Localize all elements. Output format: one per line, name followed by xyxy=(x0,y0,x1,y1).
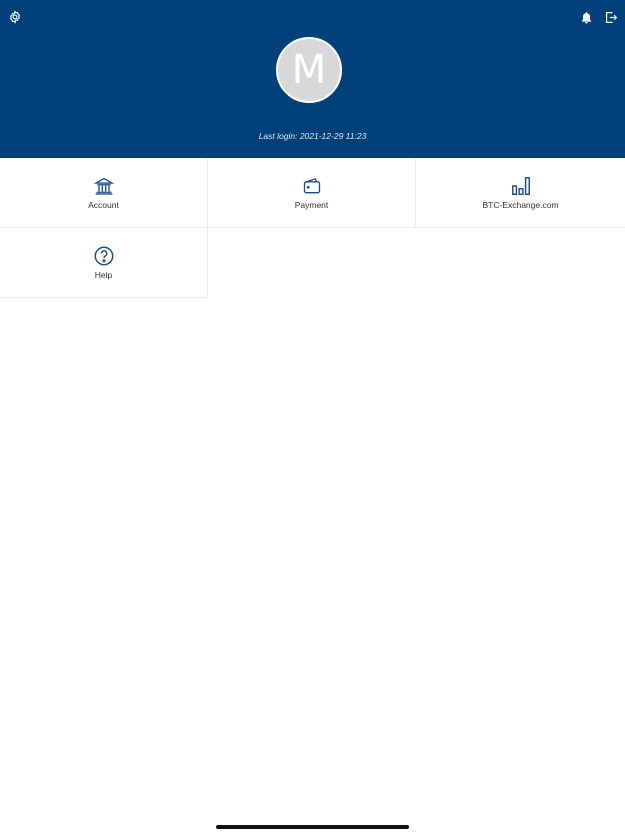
gear-icon xyxy=(9,10,21,24)
bell-icon xyxy=(581,11,591,23)
logout-icon xyxy=(605,11,617,23)
notifications-button[interactable] xyxy=(577,8,595,26)
bank-icon xyxy=(93,175,115,197)
last-login-text: Last login: 2021-12-29 11:23 xyxy=(258,131,367,141)
settings-button[interactable] xyxy=(6,8,24,26)
menu-item-label: Help xyxy=(94,270,113,280)
menu-item-btc-exchange[interactable]: BTC-Exchange.com xyxy=(416,158,625,228)
wallet-icon xyxy=(301,175,323,197)
menu-item-help[interactable]: Help xyxy=(0,228,208,298)
menu-item-payment[interactable]: Payment xyxy=(208,158,416,228)
menu-item-label: BTC-Exchange.com xyxy=(482,200,559,210)
menu-item-label: Payment xyxy=(294,200,329,210)
menu-item-label: Account xyxy=(88,200,119,210)
help-circle-icon xyxy=(93,245,115,267)
logout-button[interactable] xyxy=(602,8,620,26)
home-indicator[interactable] xyxy=(216,825,409,829)
avatar[interactable]: M xyxy=(276,37,342,103)
profile-header: M Last login: 2021-12-29 11:23 xyxy=(0,0,625,158)
menu-item-account[interactable]: Account xyxy=(0,158,208,228)
bar-chart-icon xyxy=(510,175,532,197)
app-screen: M Last login: 2021-12-29 11:23 Account P… xyxy=(0,0,625,834)
